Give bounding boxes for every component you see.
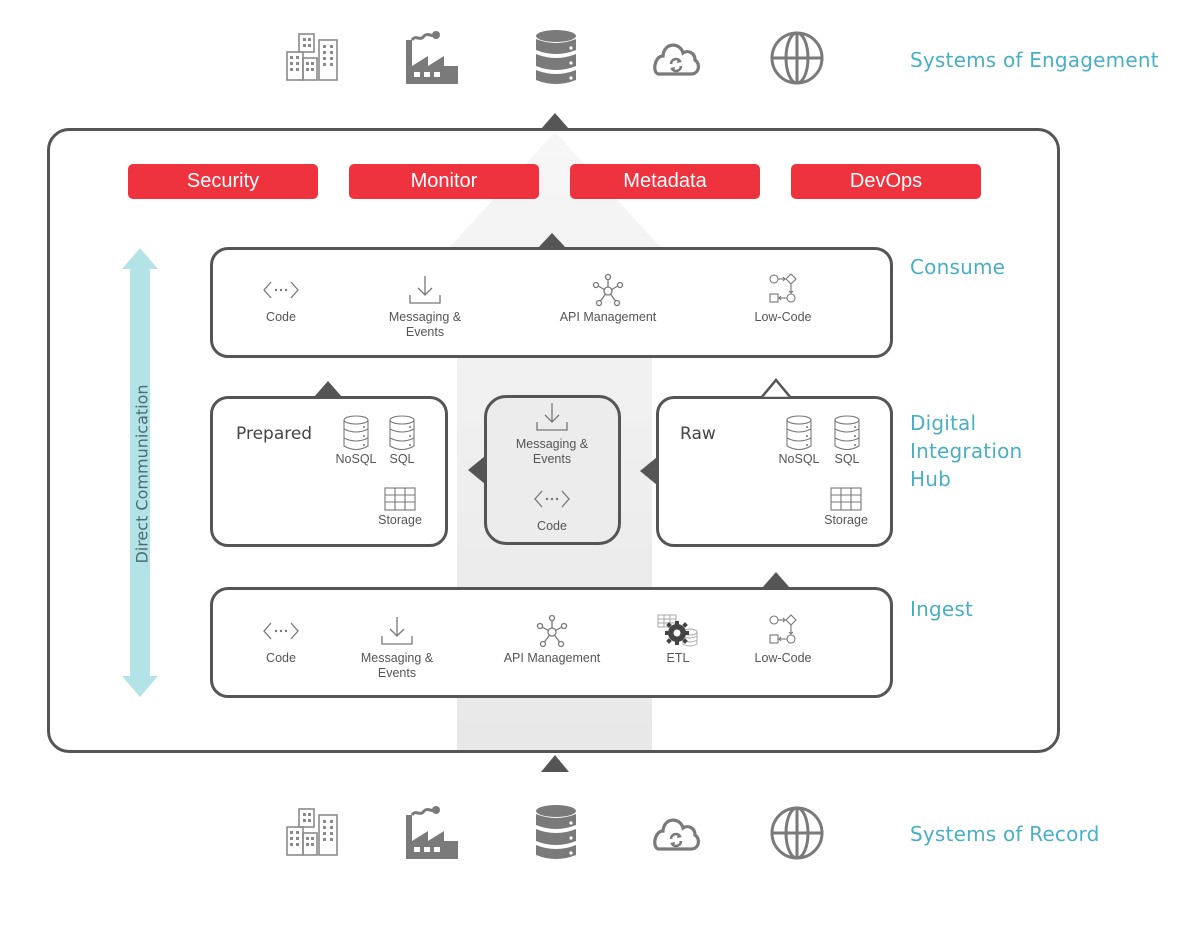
prepared-nosql[interactable]: NoSQL bbox=[332, 415, 380, 466]
systems-of-engagement-label: Systems of Engagement bbox=[910, 48, 1159, 72]
low-code-flow-icon bbox=[761, 273, 805, 307]
nosql-database-icon bbox=[785, 415, 813, 451]
api-hub-icon bbox=[586, 273, 630, 307]
ingest-api-management[interactable]: API Management bbox=[497, 614, 607, 666]
consume-code[interactable]: Code bbox=[226, 273, 336, 325]
code-icon bbox=[259, 273, 303, 307]
factory-icon bbox=[402, 28, 462, 88]
ingest-etl[interactable]: ETL bbox=[623, 614, 733, 666]
inbox-download-icon bbox=[530, 400, 574, 434]
database-icon bbox=[526, 28, 586, 88]
nosql-database-icon bbox=[342, 415, 370, 451]
etl-gear-icon bbox=[656, 614, 700, 648]
arrow-up-from-record bbox=[541, 755, 569, 772]
arrow-up-prepared bbox=[314, 381, 342, 397]
consume-low-code[interactable]: Low-Code bbox=[728, 273, 838, 325]
buildings-icon bbox=[283, 803, 343, 863]
ingest-code[interactable]: Code bbox=[226, 614, 336, 666]
ingest-layer-label: Ingest bbox=[910, 597, 974, 621]
raw-nosql[interactable]: NoSQL bbox=[775, 415, 823, 466]
monitor-button[interactable]: Monitor bbox=[349, 164, 539, 199]
low-code-flow-icon bbox=[761, 614, 805, 648]
inbox-download-icon bbox=[375, 614, 419, 648]
globe-icon bbox=[767, 803, 827, 863]
inbox-download-icon bbox=[403, 273, 447, 307]
buildings-icon bbox=[283, 28, 343, 88]
prepared-title: Prepared bbox=[236, 424, 313, 444]
ingest-low-code[interactable]: Low-Code bbox=[728, 614, 838, 666]
consume-layer-label: Consume bbox=[910, 255, 1006, 279]
raw-storage[interactable]: Storage bbox=[816, 487, 876, 527]
code-icon bbox=[530, 482, 574, 516]
arrow-up-ingest bbox=[762, 572, 790, 588]
hub-messaging-events[interactable]: Messaging & Events bbox=[497, 400, 607, 467]
digital-integration-hub-label: Digital Integration Hub bbox=[910, 411, 1023, 491]
metadata-button[interactable]: Metadata bbox=[570, 164, 760, 199]
raw-sql[interactable]: SQL bbox=[823, 415, 871, 466]
cloud-sync-icon bbox=[644, 803, 704, 863]
hub-code[interactable]: Code bbox=[497, 482, 607, 534]
database-icon bbox=[526, 803, 586, 863]
systems-of-record-label: Systems of Record bbox=[910, 822, 1100, 846]
api-hub-icon bbox=[530, 614, 574, 648]
storage-grid-icon bbox=[384, 487, 416, 511]
arrow-left-to-middle bbox=[640, 457, 657, 485]
prepared-sql[interactable]: SQL bbox=[378, 415, 426, 466]
devops-button[interactable]: DevOps bbox=[791, 164, 981, 199]
consume-messaging-events[interactable]: Messaging & Events bbox=[370, 273, 480, 340]
factory-icon bbox=[402, 803, 462, 863]
direct-communication-label: Direct Communication bbox=[132, 384, 152, 564]
prepared-storage[interactable]: Storage bbox=[370, 487, 430, 527]
security-button[interactable]: Security bbox=[128, 164, 318, 199]
cloud-sync-icon bbox=[644, 28, 704, 88]
raw-title: Raw bbox=[680, 424, 716, 444]
sql-database-icon bbox=[833, 415, 861, 451]
arrow-up-to-engagement bbox=[541, 113, 569, 129]
arrow-left-to-prepared bbox=[468, 456, 485, 484]
arrow-up-raw-outline bbox=[759, 378, 793, 399]
sql-database-icon bbox=[388, 415, 416, 451]
storage-grid-icon bbox=[830, 487, 862, 511]
arrow-up-consume bbox=[538, 233, 566, 248]
ingest-messaging-events[interactable]: Messaging & Events bbox=[342, 614, 452, 681]
consume-api-management[interactable]: API Management bbox=[553, 273, 663, 325]
code-icon bbox=[259, 614, 303, 648]
globe-icon bbox=[767, 28, 827, 88]
